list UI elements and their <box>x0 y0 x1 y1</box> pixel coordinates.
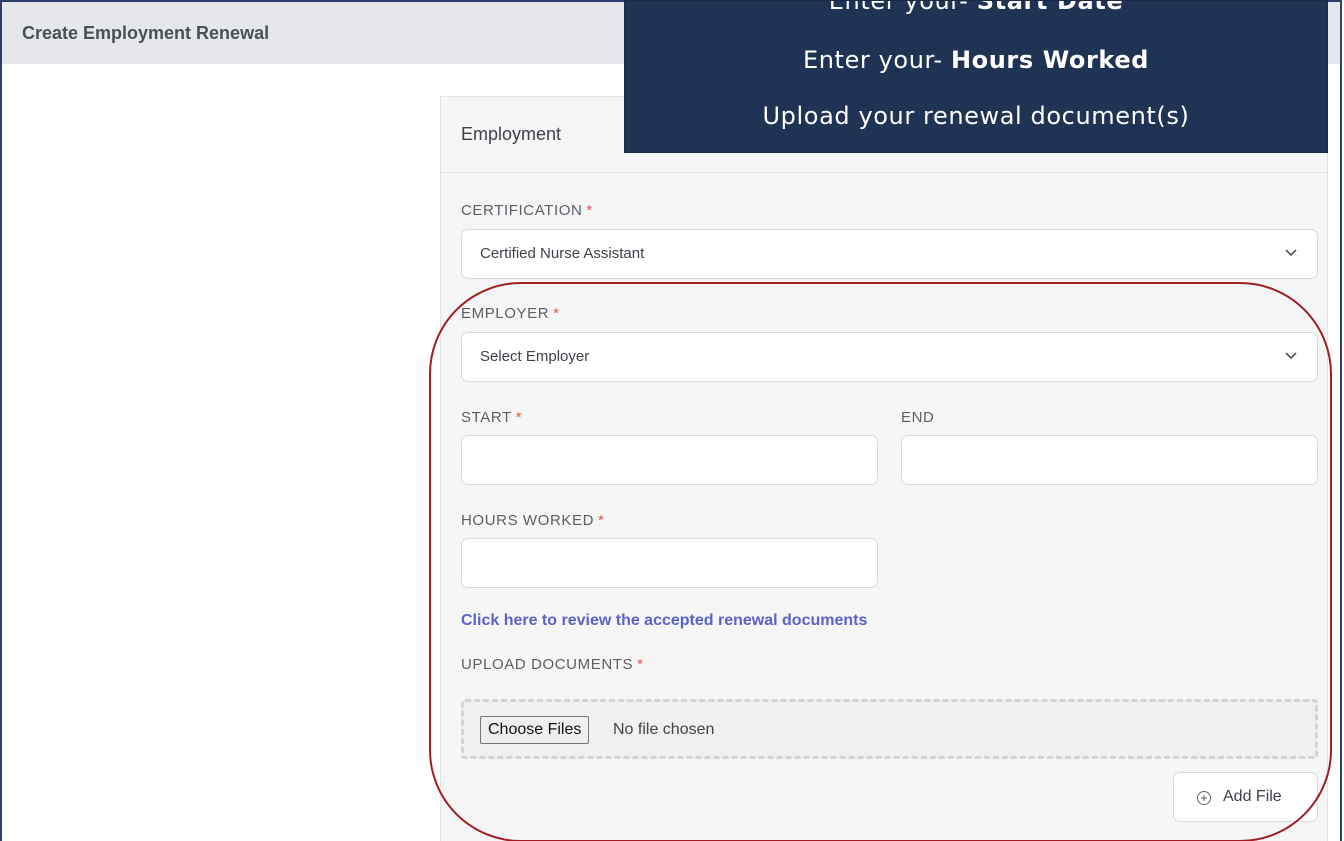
review-documents-link[interactable]: Click here to review the accepted renewa… <box>461 612 867 630</box>
hours-worked-label: HOURS WORKED * <box>461 512 605 529</box>
instruction-callout: Enter your- Start Date Enter your- Hours… <box>624 0 1328 153</box>
page-title: Create Employment Renewal <box>22 23 270 43</box>
required-mark: * <box>553 305 560 322</box>
chevron-down-icon <box>1285 249 1297 257</box>
required-mark: * <box>598 512 605 529</box>
file-dropzone[interactable]: Choose Files No file chosen <box>461 699 1318 759</box>
card-title: Employment <box>461 124 562 144</box>
certification-select-value: Certified Nurse Assistant <box>480 245 645 262</box>
employer-select-value: Select Employer <box>480 348 590 365</box>
required-mark: * <box>586 202 593 219</box>
certification-label: CERTIFICATION * <box>461 202 593 219</box>
hours-worked-input[interactable] <box>461 538 878 588</box>
upload-documents-label: UPLOAD DOCUMENTS * <box>461 656 644 673</box>
start-date-input[interactable] <box>461 435 878 485</box>
choose-files-button[interactable]: Choose Files <box>480 716 590 744</box>
required-mark: * <box>637 656 644 673</box>
employer-select[interactable]: Select Employer <box>461 332 1318 382</box>
required-mark: * <box>515 409 523 426</box>
certification-select[interactable]: Certified Nurse Assistant <box>461 229 1318 279</box>
callout-line-upload: Upload your renewal document(s) <box>762 102 1190 130</box>
add-file-label: Add File <box>1223 788 1282 805</box>
file-status: No file chosen <box>613 721 715 738</box>
callout-line-hours-worked: Enter your- Hours Worked <box>802 46 1150 74</box>
start-label: START * <box>461 409 523 426</box>
end-date-input[interactable] <box>901 435 1318 485</box>
callout-line-start-date: Enter your- Start Date <box>828 0 1124 15</box>
plus-circle-icon <box>1197 791 1211 805</box>
employer-label: EMPLOYER * <box>461 305 560 322</box>
add-file-button[interactable]: Add File <box>1173 772 1318 822</box>
chevron-down-icon <box>1285 352 1297 360</box>
end-label: END <box>901 409 935 426</box>
